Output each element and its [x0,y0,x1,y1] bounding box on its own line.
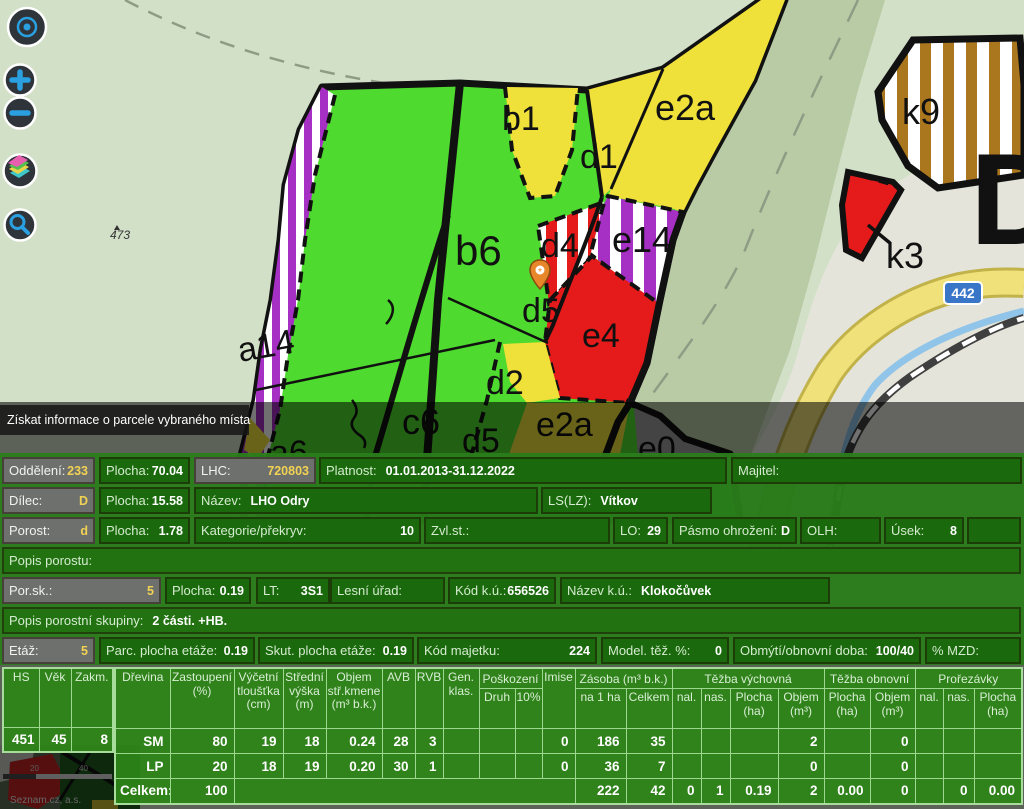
svg-text:e2a: e2a [655,87,716,128]
svg-text:e4: e4 [582,317,620,355]
svg-text:d1: d1 [580,138,618,176]
svg-text:442: 442 [951,285,975,301]
svg-text:d4: d4 [541,227,579,265]
svg-text:b1: b1 [502,100,540,138]
svg-text:d5: d5 [522,292,560,330]
svg-text:e14: e14 [612,219,672,260]
svg-text:D: D [970,126,1024,272]
svg-text:b6: b6 [455,227,502,274]
svg-text:k9: k9 [902,91,940,132]
svg-text:*: * [538,267,542,278]
svg-text:473: 473 [110,228,130,242]
svg-text:k3: k3 [886,235,924,276]
svg-text:d2: d2 [486,364,524,402]
